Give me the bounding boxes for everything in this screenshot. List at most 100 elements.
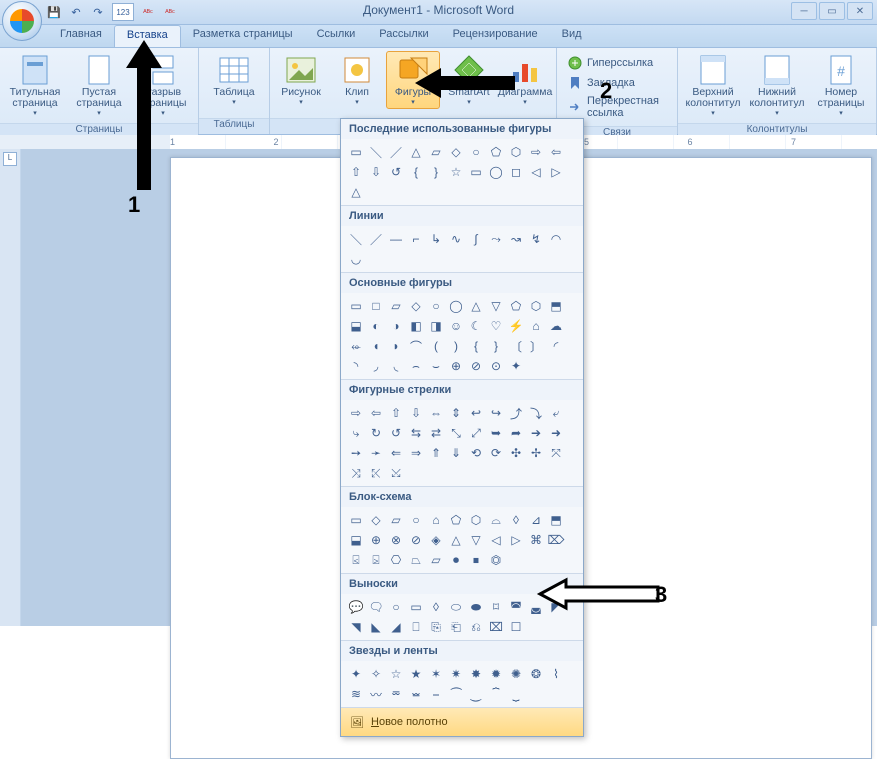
shape-item[interactable]: ⌣ <box>427 357 445 375</box>
picture-button[interactable]: Рисунок▾ <box>274 51 328 109</box>
shape-item[interactable]: ⏜ <box>447 685 465 703</box>
title-page-button[interactable]: Титульнаястраница▾ <box>4 51 66 120</box>
shape-item[interactable]: ⬠ <box>447 511 465 529</box>
shape-item[interactable]: ⎔ <box>387 551 405 569</box>
shape-item[interactable]: ✦ <box>347 665 365 683</box>
shape-item[interactable]: ⇆ <box>407 424 425 442</box>
shape-item[interactable]: ⎕ <box>407 618 425 636</box>
shape-item[interactable]: ◝ <box>347 357 365 375</box>
shape-item[interactable]: ◻ <box>507 163 525 181</box>
shape-item[interactable]: ⤪ <box>367 464 385 482</box>
shape-item[interactable]: ↺ <box>387 163 405 181</box>
shape-item[interactable]: ⬡ <box>527 297 545 315</box>
shape-item[interactable]: ／ <box>367 230 385 248</box>
shape-item[interactable]: ⬭ <box>447 598 465 616</box>
shape-item[interactable]: ⇕ <box>447 404 465 422</box>
shape-item[interactable]: ➦ <box>507 424 525 442</box>
maximize-button[interactable]: ▭ <box>819 2 845 20</box>
shape-item[interactable]: ⏝ <box>467 685 485 703</box>
shape-item[interactable]: ◁ <box>527 163 545 181</box>
shape-item[interactable]: ⏣ <box>487 551 505 569</box>
shape-item[interactable]: ✶ <box>427 665 445 683</box>
shape-item[interactable]: ▭ <box>467 163 485 181</box>
shape-item[interactable]: ▽ <box>487 297 505 315</box>
shape-item[interactable]: ⌦ <box>547 531 565 549</box>
shape-item[interactable]: ⌂ <box>527 317 545 335</box>
shape-item[interactable]: ♡ <box>487 317 505 335</box>
shape-item[interactable]: ⤶ <box>547 404 565 422</box>
shape-item[interactable]: ⊙ <box>487 357 505 375</box>
close-button[interactable]: ✕ <box>847 2 873 20</box>
shapes-button[interactable]: Фигуры▾ <box>386 51 440 109</box>
shape-item[interactable]: ⇩ <box>367 163 385 181</box>
shape-item[interactable]: ⇩ <box>407 404 425 422</box>
shape-item[interactable]: ◚ <box>507 598 525 616</box>
shape-item[interactable]: ↩ <box>467 404 485 422</box>
shape-item[interactable]: ✸ <box>467 665 485 683</box>
shape-item[interactable]: ○ <box>427 297 445 315</box>
footer-button[interactable]: Нижнийколонтитул▾ <box>746 51 808 120</box>
shape-item[interactable]: ◯ <box>447 297 465 315</box>
shape-item[interactable]: ⟳ <box>487 444 505 462</box>
shape-item[interactable]: ⟲ <box>467 444 485 462</box>
shape-item[interactable]: ( <box>427 337 445 355</box>
shape-item[interactable]: ／ <box>387 143 405 161</box>
shape-item[interactable]: ⊗ <box>387 531 405 549</box>
new-canvas-item[interactable]: 🖼Новое полотно <box>341 708 583 736</box>
shape-item[interactable]: ⤢ <box>467 424 485 442</box>
shape-item[interactable]: ✣ <box>507 444 525 462</box>
tab-рассылки[interactable]: Рассылки <box>367 25 440 47</box>
shape-item[interactable]: ⬓ <box>347 317 365 335</box>
shape-item[interactable]: ⇧ <box>347 163 365 181</box>
shape-item[interactable]: ⬓ <box>347 531 365 549</box>
office-button[interactable] <box>2 1 42 41</box>
shape-item[interactable]: ⌢ <box>407 357 425 375</box>
shape-item[interactable]: ⇑ <box>427 444 445 462</box>
shape-item[interactable]: △ <box>407 143 425 161</box>
shape-item[interactable]: ⎗ <box>447 618 465 636</box>
tab-вставка[interactable]: Вставка <box>114 25 181 47</box>
shape-item[interactable]: ⎌ <box>467 618 485 636</box>
shape-item[interactable]: ⬰ <box>347 337 365 355</box>
shape-item[interactable]: ◁ <box>487 531 505 549</box>
shape-item[interactable]: □ <box>367 297 385 315</box>
shape-item[interactable]: ✢ <box>527 444 545 462</box>
wordcount-icon[interactable]: 123 <box>112 3 134 21</box>
shape-item[interactable]: ⏞ <box>487 685 505 703</box>
shape-item[interactable]: ⤳ <box>487 230 505 248</box>
shape-item[interactable]: ⤩ <box>387 464 405 482</box>
shape-item[interactable]: ▱ <box>427 143 445 161</box>
shape-item[interactable]: △ <box>347 183 365 201</box>
shape-item[interactable]: ◜ <box>547 337 565 355</box>
shape-item[interactable]: ➜ <box>547 424 565 442</box>
shape-item[interactable]: { <box>407 163 425 181</box>
shape-item[interactable]: ⤵ <box>527 404 545 422</box>
shape-item[interactable]: ⌐ <box>407 230 425 248</box>
shape-item[interactable]: ⌇ <box>547 665 565 683</box>
shape-item[interactable]: ⤡ <box>447 424 465 442</box>
shape-item[interactable]: ◧ <box>407 317 425 335</box>
shape-item[interactable]: ◇ <box>407 297 425 315</box>
shape-item[interactable]: ⇔ <box>427 404 445 422</box>
shape-item[interactable]: ✧ <box>367 665 385 683</box>
shape-item[interactable]: ⬒ <box>547 297 565 315</box>
shape-item[interactable]: ⇧ <box>387 404 405 422</box>
shape-item[interactable]: ⎯ <box>427 685 445 703</box>
shape-item[interactable]: ↝ <box>507 230 525 248</box>
shape-item[interactable]: — <box>387 230 405 248</box>
shape-item[interactable]: ▱ <box>387 511 405 529</box>
shape-item[interactable]: ⬬ <box>467 598 485 616</box>
shape-item[interactable]: ☾ <box>467 317 485 335</box>
shape-item[interactable]: ◐ <box>367 317 385 335</box>
shape-item[interactable]: ◊ <box>507 511 525 529</box>
minimize-button[interactable]: ─ <box>791 2 817 20</box>
shape-item[interactable]: ⍄ <box>367 551 385 569</box>
crossref-link[interactable]: Перекрестная ссылка <box>567 95 667 119</box>
shape-item[interactable]: ◑ <box>387 317 405 335</box>
shape-item[interactable]: ) <box>447 337 465 355</box>
bookmark-link[interactable]: Закладка <box>567 75 667 91</box>
shape-item[interactable]: ⏔ <box>387 685 405 703</box>
spellcheck2-icon[interactable]: ᴬᴮᶜ <box>162 4 178 20</box>
shape-item[interactable]: 🗨 <box>367 598 385 616</box>
shape-item[interactable]: ☐ <box>507 618 525 636</box>
